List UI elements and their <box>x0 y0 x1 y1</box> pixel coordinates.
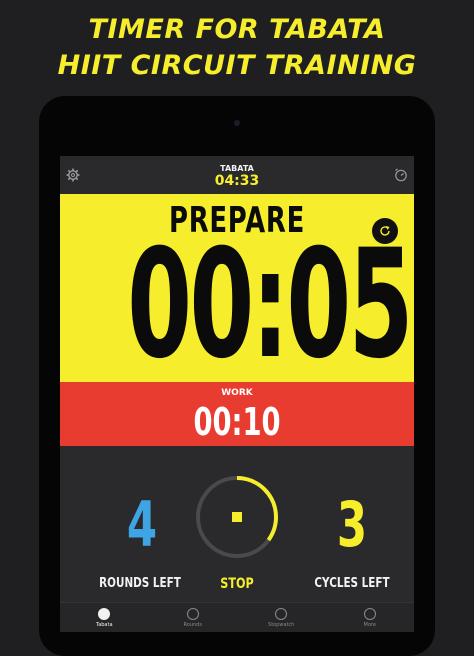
stop-ring-button[interactable] <box>192 472 282 562</box>
reset-icon <box>380 226 390 236</box>
countdown-display: 00:05 <box>127 218 413 392</box>
stop-label[interactable]: STOP <box>197 576 277 592</box>
timer-icon[interactable] <box>394 168 408 182</box>
next-phase-label: WORK <box>221 388 253 398</box>
stopwatch-tab-icon <box>275 608 288 620</box>
tab-rounds[interactable]: Rounds <box>149 603 238 632</box>
tablet-frame: TABATA 04:33 PREPARE 00:05 WORK 00:10 4 <box>39 96 435 656</box>
reset-button[interactable] <box>372 218 398 244</box>
rounds-left-label: ROUNDS LEFT <box>99 576 181 591</box>
tab-stopwatch[interactable]: Stopwatch <box>237 603 326 632</box>
more-tab-icon <box>363 608 376 620</box>
rounds-tab-icon <box>186 608 199 620</box>
current-phase-panel: PREPARE 00:05 <box>60 194 414 382</box>
tab-label: Stopwatch <box>268 622 295 628</box>
top-bar: TABATA 04:33 <box>60 156 414 194</box>
tab-more[interactable]: More <box>326 603 415 632</box>
total-time: 04:33 <box>214 173 260 189</box>
tab-bar: Tabata Rounds Stopwatch More <box>60 602 414 632</box>
headline-line-2: HIIT CIRCUIT TRAINING <box>57 50 417 81</box>
tabata-tab-icon <box>98 608 111 620</box>
mode-label: TABATA <box>220 164 254 173</box>
tab-tabata[interactable]: Tabata <box>60 603 149 632</box>
stop-icon <box>232 512 242 522</box>
tab-label: More <box>363 622 376 628</box>
tab-label: Tabata <box>95 622 113 628</box>
next-phase-panel: WORK 00:10 <box>60 382 414 446</box>
camera-dot <box>234 120 240 126</box>
rounds-left-value: 4 <box>126 488 158 561</box>
tab-label: Rounds <box>183 622 202 628</box>
app-screen: TABATA 04:33 PREPARE 00:05 WORK 00:10 4 <box>60 156 414 632</box>
headline-line-1: TIMER FOR TABATA <box>88 14 386 45</box>
cycles-left-label: CYCLES LEFT <box>314 576 390 591</box>
next-phase-time: 00:10 <box>193 400 281 444</box>
cycles-left-value: 3 <box>336 488 368 561</box>
